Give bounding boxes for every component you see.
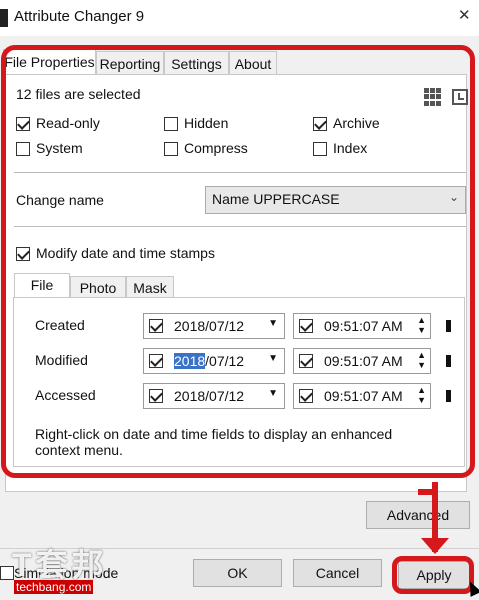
- title-bar: Attribute Changer 9 ✕: [0, 0, 479, 36]
- system-checkbox[interactable]: [16, 142, 30, 156]
- accessed-date-field[interactable]: 2018/07/12 ▼: [143, 383, 285, 409]
- accessed-time-field[interactable]: 09:51:07 AM ▲ ▼: [293, 383, 431, 409]
- close-icon[interactable]: ✕: [458, 6, 471, 24]
- modify-dates-label: Modify date and time stamps: [36, 245, 215, 261]
- divider: [14, 226, 466, 227]
- read-only-label: Read-only: [36, 115, 100, 131]
- archive-checkbox[interactable]: [313, 117, 327, 131]
- clock-icon[interactable]: [452, 89, 468, 105]
- watermark: T套邦 techbang.com: [0, 540, 165, 600]
- hint-text: Right-click on date and time fields to d…: [35, 426, 393, 458]
- apply-highlight-frame: [392, 556, 474, 594]
- created-time-checkbox[interactable]: [299, 319, 313, 333]
- dropdown-arrow-icon[interactable]: ▼: [268, 388, 278, 399]
- modified-date-checkbox[interactable]: [149, 354, 163, 368]
- selection-count: 12 files are selected: [16, 86, 141, 102]
- archive-label: Archive: [333, 115, 380, 131]
- accessed-date-checkbox[interactable]: [149, 389, 163, 403]
- modified-date-field[interactable]: 2018/07/12 ▼: [143, 348, 285, 374]
- tab-file-properties[interactable]: File Properties: [3, 49, 96, 76]
- calendar-menu-icon[interactable]: [446, 355, 451, 367]
- created-date-checkbox[interactable]: [149, 319, 163, 333]
- dropdown-arrow-icon[interactable]: ▼: [268, 318, 278, 329]
- tab-reporting[interactable]: Reporting: [96, 51, 164, 75]
- compress-label: Compress: [184, 140, 248, 156]
- index-checkbox[interactable]: [313, 142, 327, 156]
- accessed-label: Accessed: [35, 387, 96, 403]
- advanced-button[interactable]: Advanced: [366, 501, 470, 529]
- system-label: System: [36, 140, 83, 156]
- change-name-label: Change name: [16, 192, 104, 208]
- annotation-arrowhead: [421, 538, 449, 554]
- accessed-time-value: 09:51:07 AM: [324, 388, 403, 404]
- ok-button[interactable]: OK: [193, 559, 282, 587]
- spinner-icon[interactable]: ▲ ▼: [417, 315, 426, 335]
- read-only-checkbox[interactable]: [16, 117, 30, 131]
- spinner-icon[interactable]: ▲ ▼: [417, 350, 426, 370]
- subtab-mask[interactable]: Mask: [126, 276, 174, 298]
- compress-checkbox[interactable]: [164, 142, 178, 156]
- calendar-menu-icon[interactable]: [446, 390, 451, 402]
- modified-date-value: 2018/07/12: [174, 353, 244, 369]
- window-title: Attribute Changer 9: [14, 8, 145, 25]
- modified-time-value: 09:51:07 AM: [324, 353, 403, 369]
- subtab-photo[interactable]: Photo: [70, 276, 126, 298]
- mouse-cursor-icon: [464, 579, 479, 597]
- hidden-checkbox[interactable]: [164, 117, 178, 131]
- created-date-field[interactable]: 2018/07/12 ▼: [143, 313, 285, 339]
- created-time-value: 09:51:07 AM: [324, 318, 403, 334]
- spinner-icon[interactable]: ▲ ▼: [417, 385, 426, 405]
- watermark-url: techbang.com: [14, 580, 94, 594]
- change-name-select[interactable]: Name UPPERCASE ⌄: [205, 186, 466, 214]
- modified-label: Modified: [35, 352, 88, 368]
- subtab-file[interactable]: File: [14, 273, 70, 298]
- dropdown-arrow-icon[interactable]: ▼: [268, 353, 278, 364]
- modified-time-field[interactable]: 09:51:07 AM ▲ ▼: [293, 348, 431, 374]
- accessed-time-checkbox[interactable]: [299, 389, 313, 403]
- modified-year-selected: 2018: [174, 353, 206, 369]
- modify-dates-checkbox[interactable]: [16, 247, 30, 261]
- calendar-menu-icon[interactable]: [446, 320, 451, 332]
- change-name-value: Name UPPERCASE: [212, 191, 340, 207]
- created-date-value: 2018/07/12: [174, 318, 245, 334]
- tab-about[interactable]: About: [229, 51, 277, 75]
- main-tabbar: File Properties Reporting Settings About: [0, 49, 470, 76]
- grid-view-icon[interactable]: [424, 88, 442, 106]
- modified-time-checkbox[interactable]: [299, 354, 313, 368]
- chevron-down-icon: ⌄: [448, 190, 459, 204]
- hidden-label: Hidden: [184, 115, 229, 131]
- tab-settings[interactable]: Settings: [164, 51, 229, 75]
- cancel-button[interactable]: Cancel: [293, 559, 382, 587]
- created-label: Created: [35, 317, 85, 333]
- modified-date-rest: /07/12: [205, 353, 245, 369]
- app-icon: [0, 9, 8, 27]
- created-time-field[interactable]: 09:51:07 AM ▲ ▼: [293, 313, 431, 339]
- divider: [14, 172, 466, 173]
- index-label: Index: [333, 140, 368, 156]
- accessed-date-value: 2018/07/12: [174, 388, 245, 404]
